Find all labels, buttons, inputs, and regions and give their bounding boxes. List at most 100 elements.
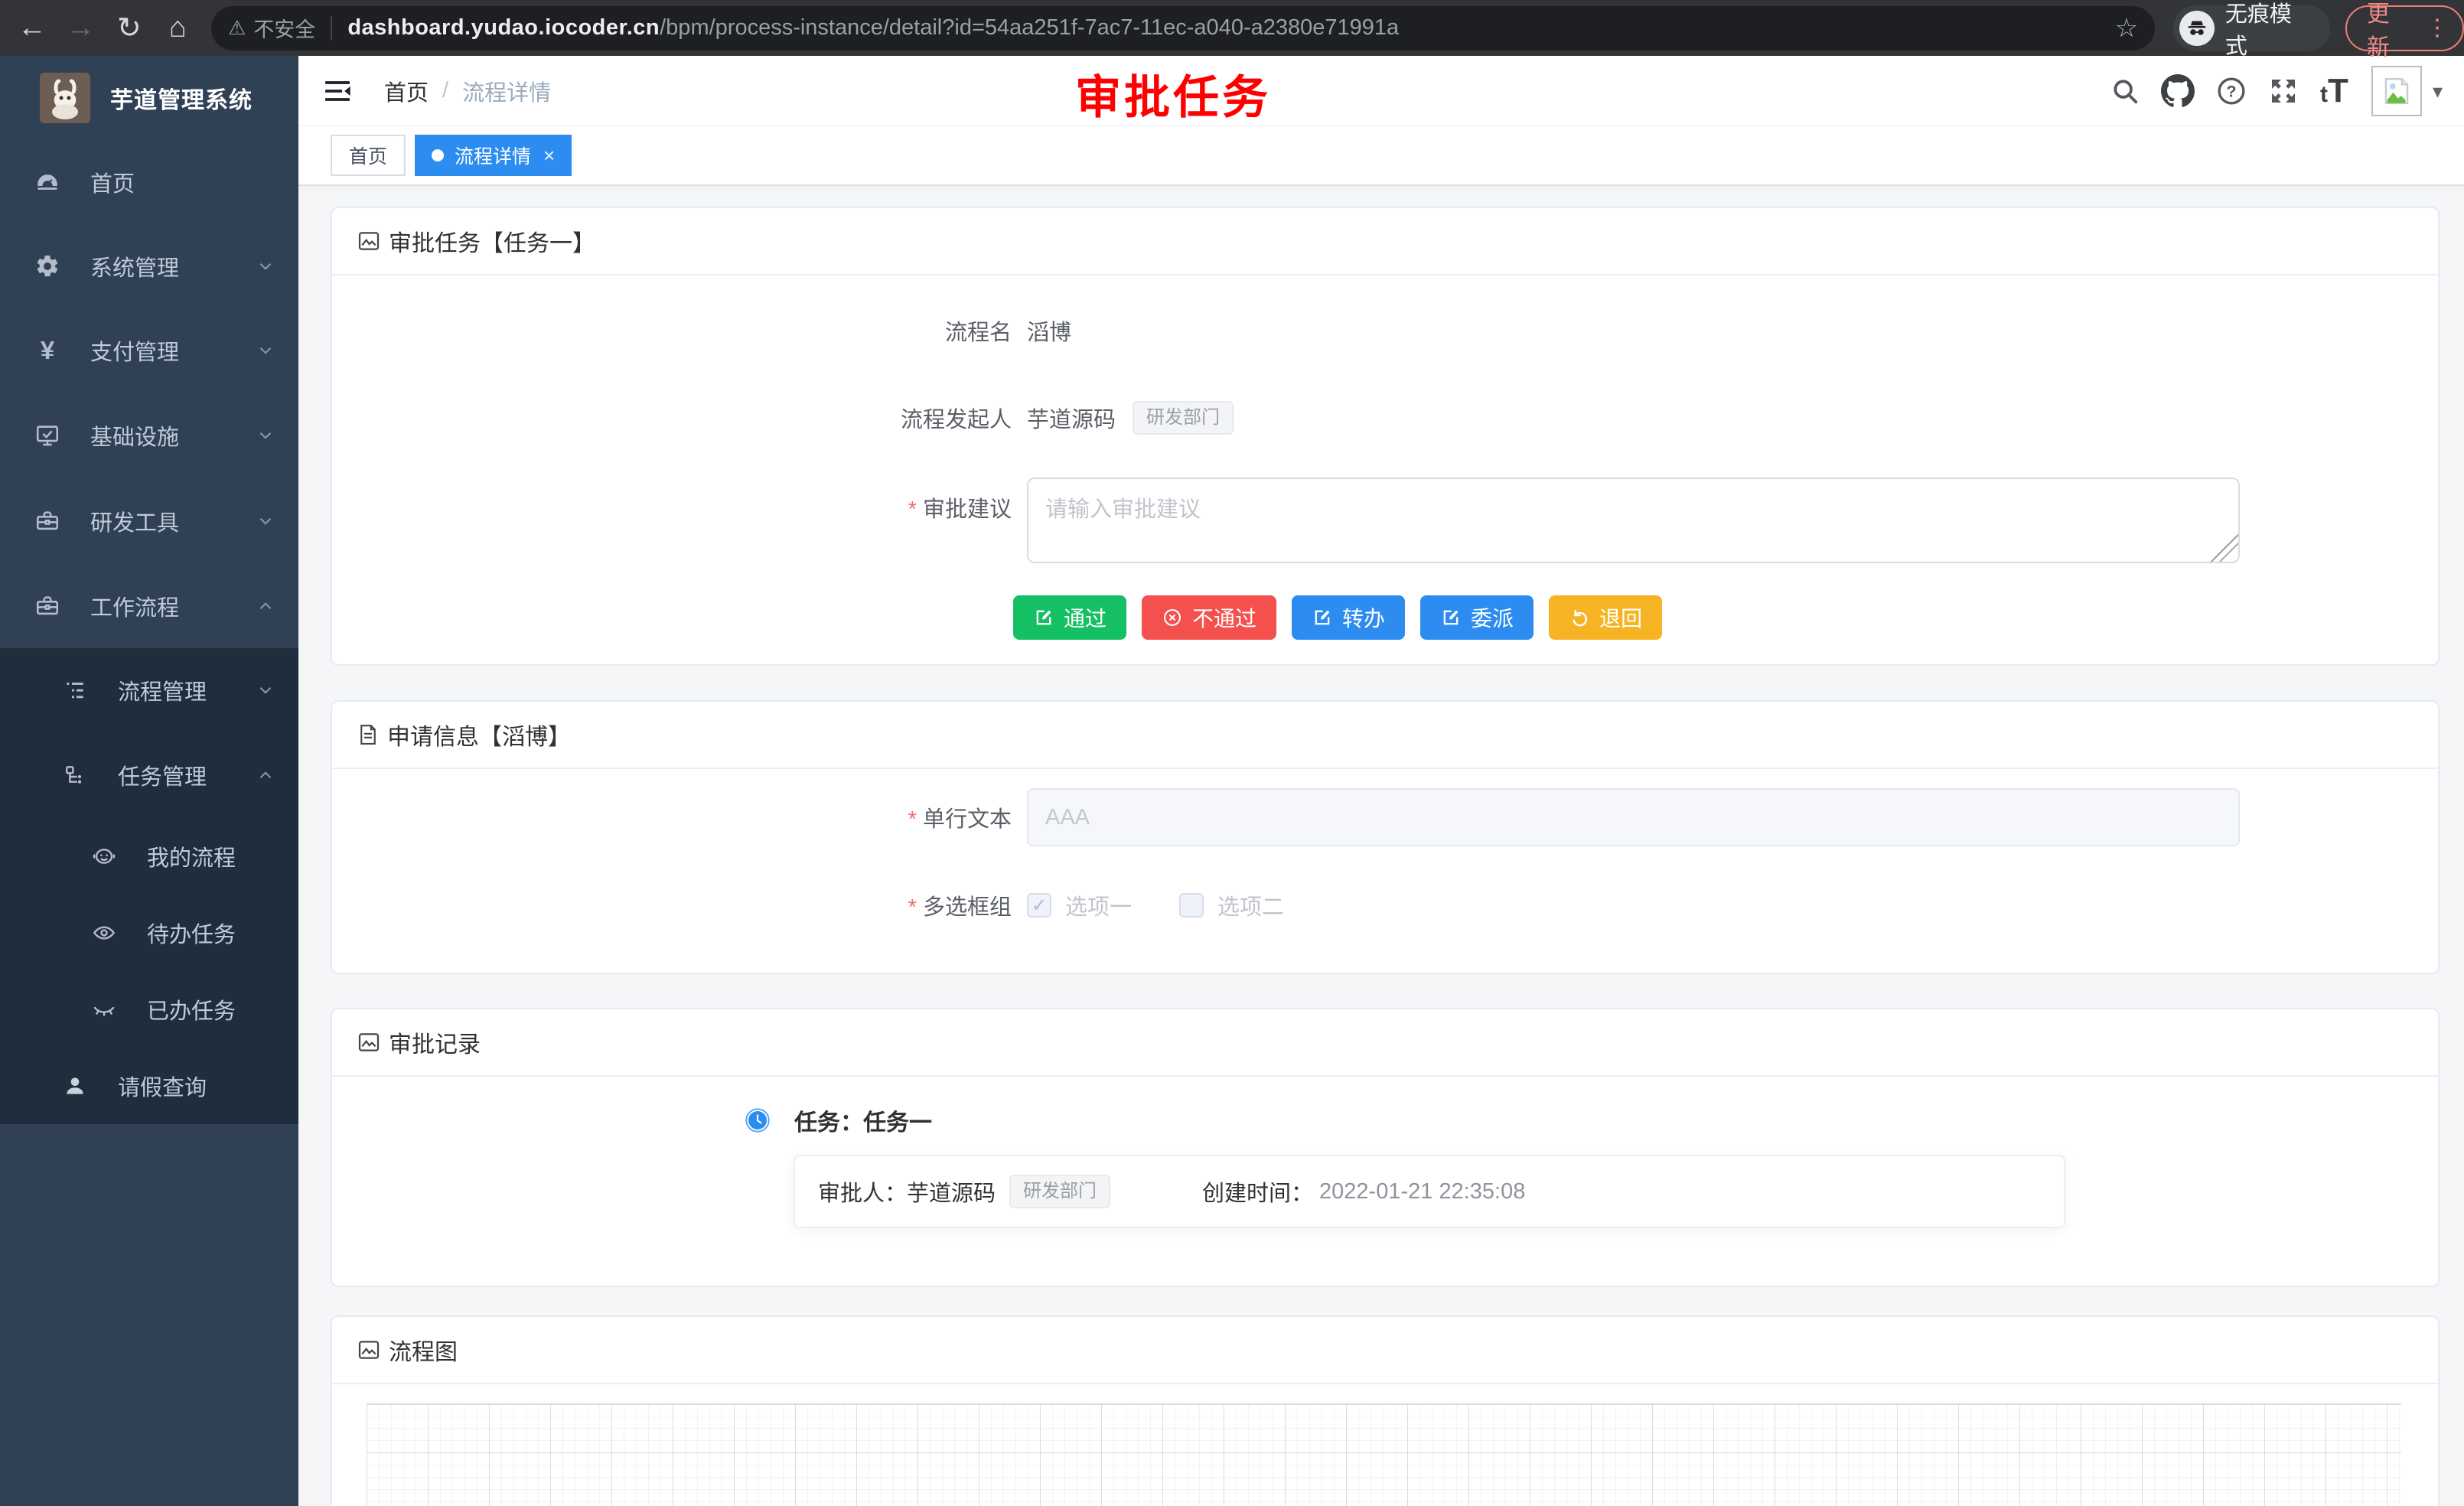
- bookmark-star-icon[interactable]: ☆: [2115, 13, 2138, 44]
- browser-back-icon[interactable]: ←: [8, 11, 57, 44]
- picture-icon: [357, 229, 381, 253]
- browser-toolbar: ← → ↻ ⌂ ⚠ 不安全 dashboard.yudao.iocoder.cn…: [0, 0, 2464, 56]
- browser-reload-icon[interactable]: ↻: [105, 11, 154, 45]
- checkbox-option-2: 选项二: [1179, 889, 1284, 921]
- sidebar-item-label: 任务管理: [118, 759, 207, 791]
- browser-forward-icon[interactable]: →: [57, 11, 106, 44]
- checkbox-label: 选项一: [1065, 889, 1132, 921]
- sidebar-item-label: 研发工具: [90, 505, 179, 537]
- font-size-icon[interactable]: tT: [2320, 72, 2348, 110]
- main-content: 审批任务【任务一】 流程名 滔博 流程发起人 芋道源码 研发部门 审批建议 通过…: [298, 186, 2464, 1506]
- tags-view-bar: 首页 流程详情 ×: [298, 126, 2464, 186]
- sidebar-item-done-tasks[interactable]: 已办任务: [0, 971, 298, 1048]
- reject-button[interactable]: 不通过: [1142, 595, 1276, 640]
- url-path: /bpm/process-instance/detail?id=54aa251f…: [660, 15, 1399, 41]
- fullscreen-icon[interactable]: [2268, 76, 2299, 106]
- button-label: 通过: [1064, 602, 1107, 633]
- sidebar-item-system[interactable]: 系统管理: [0, 224, 298, 308]
- person-icon: [60, 1074, 90, 1098]
- sidebar-item-todo-tasks[interactable]: 待办任务: [0, 895, 298, 971]
- sidebar-item-label: 系统管理: [90, 250, 179, 282]
- breadcrumb-separator: /: [442, 78, 448, 103]
- sidebar-item-home[interactable]: 首页: [0, 140, 298, 224]
- update-label: 更新: [2367, 0, 2412, 62]
- dashboard-icon: [32, 169, 63, 195]
- circle-x-icon: [1162, 607, 1183, 628]
- sidebar-item-leave-query[interactable]: 请假查询: [0, 1048, 298, 1124]
- diagram-card-header: 流程图: [332, 1317, 2438, 1384]
- comment-row: 审批建议: [332, 478, 2438, 563]
- sidebar-item-dev-tools[interactable]: 研发工具: [0, 478, 298, 564]
- transfer-button[interactable]: 转办: [1292, 595, 1405, 640]
- active-tab-dot: [432, 149, 444, 161]
- sidebar-item-my-process[interactable]: 我的流程: [0, 818, 298, 895]
- app-logo-row[interactable]: 芋道管理系统: [0, 56, 298, 140]
- top-navbar: 首页 / 流程详情 审批任务 ? tT ▾: [298, 56, 2464, 126]
- apply-card-header: 申请信息【滔博】: [332, 702, 2438, 769]
- navbar-actions: ? tT ▾: [2110, 56, 2464, 126]
- sidebar-item-label: 工作流程: [90, 590, 179, 622]
- bpmn-diagram-canvas[interactable]: [367, 1403, 2401, 1506]
- workflow-submenu: 流程管理 任务管理 我的流程 待办任务 已办任务: [0, 648, 298, 1124]
- search-icon[interactable]: [2110, 77, 2140, 106]
- browser-home-icon[interactable]: ⌂: [154, 11, 203, 44]
- sidebar-item-task-mgmt[interactable]: 任务管理: [0, 732, 298, 818]
- help-icon[interactable]: ?: [2216, 76, 2247, 106]
- process-diagram-card: 流程图: [331, 1315, 2440, 1506]
- not-secure-label[interactable]: 不安全: [253, 13, 315, 43]
- avatar[interactable]: [2371, 66, 2422, 116]
- delegate-button[interactable]: 委派: [1420, 595, 1533, 640]
- picture-icon: [357, 1030, 381, 1055]
- single-line-input: [1027, 788, 2240, 846]
- close-icon[interactable]: ×: [543, 144, 555, 168]
- chevron-down-icon: [256, 341, 275, 360]
- browser-menu-dots-icon[interactable]: ⋮: [2426, 15, 2449, 41]
- sidebar-item-label: 流程管理: [118, 674, 207, 706]
- face-icon: [89, 844, 119, 869]
- sidebar-item-process-mgmt[interactable]: 流程管理: [0, 648, 298, 732]
- single-line-row: 单行文本: [332, 788, 2438, 846]
- comment-textarea[interactable]: [1027, 478, 2240, 563]
- font-size-big: T: [2328, 72, 2348, 109]
- approve-button[interactable]: 通过: [1013, 595, 1126, 640]
- process-name-row: 流程名 滔博: [332, 315, 2438, 346]
- chevron-down-icon: [256, 511, 275, 531]
- process-name-value: 滔博: [1027, 315, 1071, 347]
- address-divider: [331, 16, 332, 41]
- chevron-up-icon: [256, 596, 275, 616]
- sidebar-item-infrastructure[interactable]: 基础设施: [0, 393, 298, 478]
- checkbox-unchecked-icon: [1179, 893, 1204, 918]
- github-icon[interactable]: [2161, 74, 2195, 108]
- sidebar-item-label: 已办任务: [147, 993, 236, 1025]
- tab-home[interactable]: 首页: [331, 135, 406, 176]
- initiator-value: 芋道源码: [1027, 402, 1116, 434]
- checkbox-group-label: 多选框组: [332, 889, 1012, 921]
- button-label: 退回: [1599, 602, 1642, 633]
- tab-label: 流程详情: [455, 142, 531, 169]
- breadcrumb-current: 流程详情: [462, 75, 551, 107]
- sidebar-collapse-icon[interactable]: [323, 77, 352, 106]
- tab-process-detail[interactable]: 流程详情 ×: [415, 135, 572, 176]
- sidebar-item-payment[interactable]: ¥ 支付管理: [0, 308, 298, 393]
- avatar-dropdown-caret-icon[interactable]: ▾: [2433, 80, 2443, 103]
- approver-label: 审批人：: [818, 1175, 907, 1208]
- breadcrumb-home[interactable]: 首页: [384, 75, 429, 107]
- incognito-icon: [2179, 11, 2215, 46]
- created-time-label: 创建时间：: [1202, 1175, 1313, 1208]
- button-label: 转办: [1342, 602, 1385, 633]
- checkbox-group-row: 多选框组 ✓ 选项一 选项二: [332, 890, 2438, 921]
- not-secure-warning-icon: ⚠: [228, 16, 246, 40]
- yen-icon: ¥: [32, 336, 63, 365]
- address-bar[interactable]: ⚠ 不安全 dashboard.yudao.iocoder.cn /bpm/pr…: [211, 6, 2155, 51]
- edit-icon: [1440, 607, 1462, 628]
- sidebar-item-workflow[interactable]: 工作流程: [0, 564, 298, 648]
- initiator-row: 流程发起人 芋道源码 研发部门: [332, 401, 2438, 435]
- process-name-label: 流程名: [332, 315, 1012, 347]
- return-button[interactable]: 退回: [1549, 595, 1662, 640]
- department-tag: 研发部门: [1009, 1175, 1110, 1208]
- apply-info-card: 申请信息【滔博】 单行文本 多选框组 ✓ 选项一 选项二: [331, 700, 2440, 974]
- document-icon: [357, 723, 380, 746]
- browser-update-button[interactable]: 更新 ⋮: [2345, 5, 2464, 51]
- approval-record-card: 审批记录 任务：任务一 审批人： 芋道源码 研发部门 创建时间： 2022-01…: [331, 1008, 2440, 1287]
- initiator-label: 流程发起人: [332, 402, 1012, 434]
